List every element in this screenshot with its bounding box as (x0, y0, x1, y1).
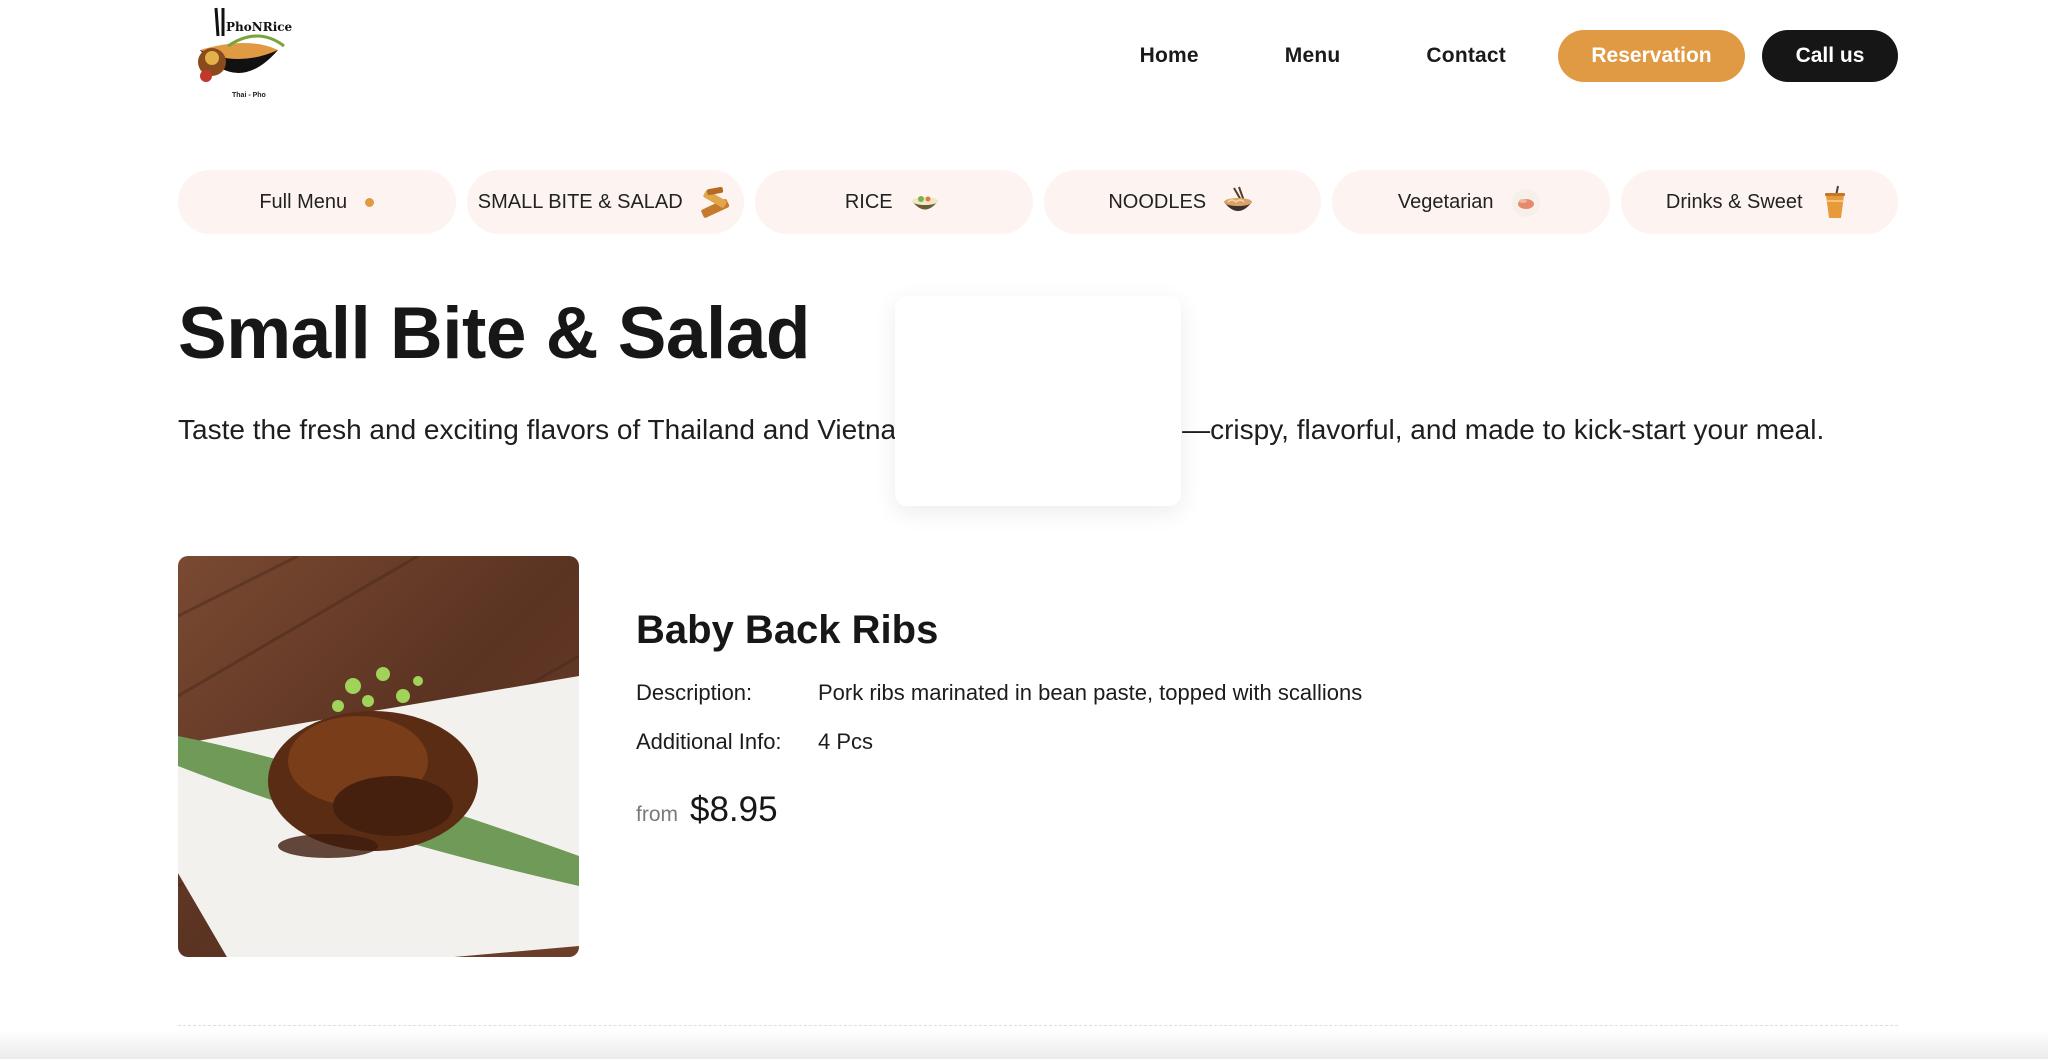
call-us-button[interactable]: Call us (1762, 30, 1898, 82)
tab-noodles[interactable]: NOODLES (1043, 170, 1321, 234)
baby-back-ribs-image (178, 556, 579, 957)
popup-overlay[interactable] (895, 296, 1181, 506)
site-header: PhoNRice Thai - Pho Home Menu Contact Re… (178, 0, 1898, 112)
vegetarian-plate-icon (1511, 189, 1540, 217)
noodle-bowl-icon (1224, 186, 1253, 211)
main-nav: Home Menu Contact Reservation Call us (1140, 30, 1898, 82)
spring-roll-icon (700, 186, 729, 218)
tab-rice[interactable]: RICE (755, 170, 1033, 234)
item-divider (178, 1025, 1898, 1026)
tab-small-bite-salad[interactable]: SMALL BITE & SALAD (466, 170, 744, 234)
section-title: Small Bite & Salad (178, 293, 811, 374)
tab-label: NOODLES (1108, 190, 1207, 213)
bottom-shade (0, 1030, 2048, 1059)
price-value: $8.95 (690, 790, 778, 829)
logo-text: PhoNRice (226, 20, 293, 34)
rice-bowl-icon (911, 196, 938, 210)
tab-full-menu[interactable]: Full Menu (178, 170, 456, 234)
item-description-row: Description: Pork ribs marinated in bean… (636, 680, 1362, 706)
description-value: Pork ribs marinated in bean paste, toppe… (818, 680, 1363, 705)
item-photo[interactable] (178, 556, 579, 957)
tab-label: RICE (844, 190, 893, 213)
active-dot-icon (365, 197, 375, 207)
item-info-row: Additional Info: 4 Pcs (636, 729, 873, 755)
nav-menu[interactable]: Menu (1285, 44, 1341, 68)
logo[interactable]: PhoNRice Thai - Pho (188, 6, 292, 106)
item-name: Baby Back Ribs (636, 608, 939, 652)
price-prefix: from (636, 803, 678, 826)
nav-contact[interactable]: Contact (1426, 44, 1506, 68)
tab-label: Full Menu (259, 190, 348, 213)
logo-subtext: Thai - Pho (232, 92, 266, 99)
tab-label: Drinks & Sweet (1665, 190, 1803, 213)
tab-vegetarian[interactable]: Vegetarian (1332, 170, 1610, 234)
reservation-button[interactable]: Reservation (1558, 30, 1745, 82)
nav-home[interactable]: Home (1140, 44, 1199, 68)
item-price: from $8.95 (636, 790, 778, 830)
section-description-start: Taste the fresh and exciting flavors of … (178, 414, 897, 445)
category-tabs: Full Menu SMALL BITE & SALAD RICE NOODLE… (178, 170, 1898, 234)
info-value: 4 Pcs (818, 729, 874, 754)
drink-cup-icon (1824, 185, 1845, 218)
section-description-end: —crispy, flavorful, and made to kick-sta… (1182, 414, 1825, 445)
tab-drinks-sweet[interactable]: Drinks & Sweet (1620, 170, 1898, 234)
tab-label: Vegetarian (1397, 190, 1494, 213)
info-label: Additional Info: (636, 729, 782, 754)
tab-label: SMALL BITE & SALAD (477, 190, 683, 213)
description-label: Description: (636, 680, 753, 705)
